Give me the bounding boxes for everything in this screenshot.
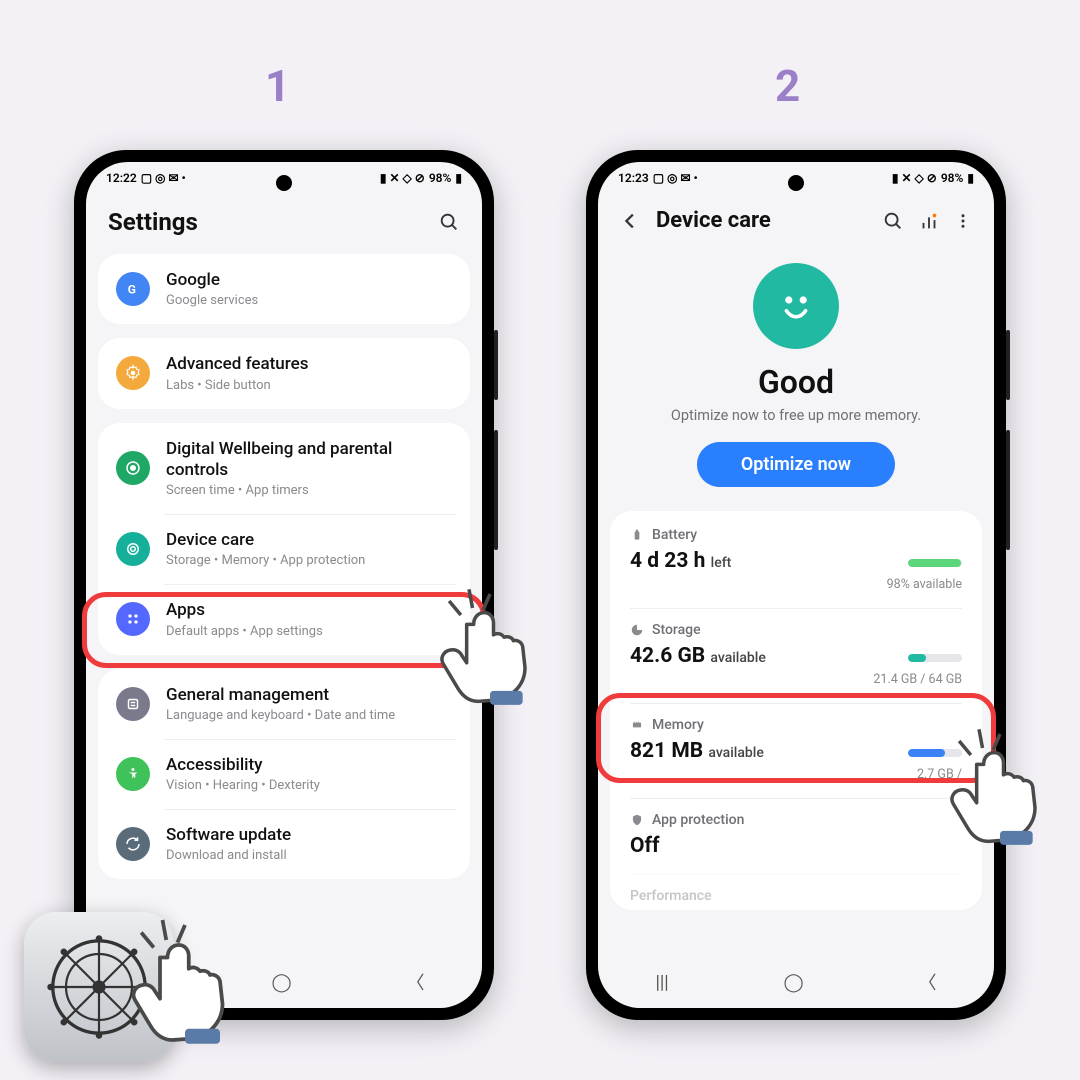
settings-row-update[interactable]: Software update Download and install [98,809,470,879]
screen-2: 12:23 ▢ ◎ ✉ • ▮ ✕ ◇ ⊘ 98%▮ Device care G… [598,162,994,1008]
row-title: Advanced features [166,354,452,375]
hero-status: Good [618,363,974,401]
status-bar: 12:22 ▢ ◎ ✉ • ▮ ✕ ◇ ⊘ 98%▮ [86,162,482,194]
unit: left [711,555,732,571]
settings-row-general[interactable]: General management Language and keyboard… [98,669,470,739]
storage-icon [630,623,644,637]
gear-icon [116,356,150,390]
row-sub: Download and install [166,848,452,863]
settings-row-devicecare[interactable]: Device care Storage • Memory • App prote… [98,514,470,584]
hero-subtitle: Optimize now to free up more memory. [618,407,974,424]
status-time: 12:22 [106,171,137,185]
row-title: Device care [166,530,452,551]
nav-bar: ||| ◯ 〈 [598,964,994,1000]
nav-back[interactable]: 〈 [407,969,425,995]
label: Memory [652,717,704,733]
settings-row-accessibility[interactable]: Accessibility Vision • Hearing • Dexteri… [98,739,470,809]
nav-home[interactable]: ◯ [272,972,292,993]
right-text: 21.4 GB / 64 GB [873,672,962,687]
phone-frame-2: 12:23 ▢ ◎ ✉ • ▮ ✕ ◇ ⊘ 98%▮ Device care G… [586,150,1006,1020]
step-number-2: 2 [775,60,800,112]
step-number-1: 1 [265,60,290,112]
nav-recents[interactable]: ||| [655,972,668,993]
settings-row-wellbeing[interactable]: Digital Wellbeing and parental controls … [98,423,470,515]
optimize-button[interactable]: Optimize now [697,442,895,487]
right-text: 98% available [887,577,962,592]
devicecare-storage[interactable]: Storage 42.6 GB available 21.4 GB / 64 G… [610,608,982,703]
settings-row-apps[interactable]: Apps Default apps • App settings [98,584,470,654]
row-sub: Google services [166,293,452,308]
value: 42.6 GB [630,644,705,668]
status-time: 12:23 [618,171,649,185]
google-icon: G [116,272,150,306]
status-bar: 12:23 ▢ ◎ ✉ • ▮ ✕ ◇ ⊘ 98%▮ [598,162,994,194]
search-icon[interactable] [882,210,904,232]
status-battery: 98% [941,171,964,185]
chart-icon[interactable] [918,210,940,232]
apps-icon [116,602,150,636]
unit: available [710,650,765,666]
row-title: Google [166,270,452,291]
page-title: Settings [108,208,424,236]
value: 4 d 23 h [630,549,705,573]
search-icon[interactable] [438,211,460,233]
row-title: General management [166,685,452,706]
battery-icon [630,528,644,542]
row-sub: Vision • Hearing • Dexterity [166,778,452,793]
value: 821 MB [630,739,703,763]
hero-section: Good Optimize now to free up more memory… [598,251,994,511]
unit: available [708,745,763,761]
nav-home[interactable]: ◯ [784,972,804,993]
status-battery: 98% [429,171,452,185]
label: Battery [652,527,697,543]
row-title: Apps [166,600,452,621]
screen-1: 12:22 ▢ ◎ ✉ • ▮ ✕ ◇ ⊘ 98%▮ Settings G Go… [86,162,482,1008]
general-icon [116,687,150,721]
back-icon[interactable] [620,210,642,232]
settings-app-icon[interactable] [24,912,174,1062]
phone-frame-1: 12:22 ▢ ◎ ✉ • ▮ ✕ ◇ ⊘ 98%▮ Settings G Go… [74,150,494,1020]
row-sub: Storage • Memory • App protection [166,553,452,568]
wellbeing-icon [116,451,150,485]
shield-icon [630,813,644,827]
right-text: 2.7 GB / [908,767,962,782]
label: Performance [630,888,712,904]
row-sub: Language and keyboard • Date and time [166,708,452,723]
devicecare-performance[interactable]: Performance [610,874,982,908]
memory-icon [630,718,644,732]
devicecare-memory[interactable]: Memory 821 MB available 2.7 GB / [610,703,982,798]
row-sub: Labs • Side button [166,378,452,393]
devicecare-battery[interactable]: Battery 4 d 23 h left 98% available [610,513,982,608]
accessibility-icon [116,757,150,791]
devicecare-icon [116,532,150,566]
value: Off [630,834,660,858]
row-title: Accessibility [166,755,452,776]
devicecare-appprotection[interactable]: App protection Off [610,798,982,874]
more-icon[interactable] [954,210,972,232]
row-sub: Screen time • App timers [166,483,452,498]
update-icon [116,827,150,861]
label: Storage [652,622,701,638]
settings-row-advanced[interactable]: Advanced features Labs • Side button [98,338,470,408]
svg-text:G: G [128,283,136,297]
nav-back[interactable]: 〈 [919,969,937,995]
settings-row-google[interactable]: G Google Google services [98,254,470,324]
row-sub: Default apps • App settings [166,624,452,639]
row-title: Software update [166,825,452,846]
page-title: Device care [656,208,868,233]
row-title: Digital Wellbeing and parental controls [166,439,452,482]
smiley-icon [753,263,839,349]
label: App protection [652,812,744,828]
